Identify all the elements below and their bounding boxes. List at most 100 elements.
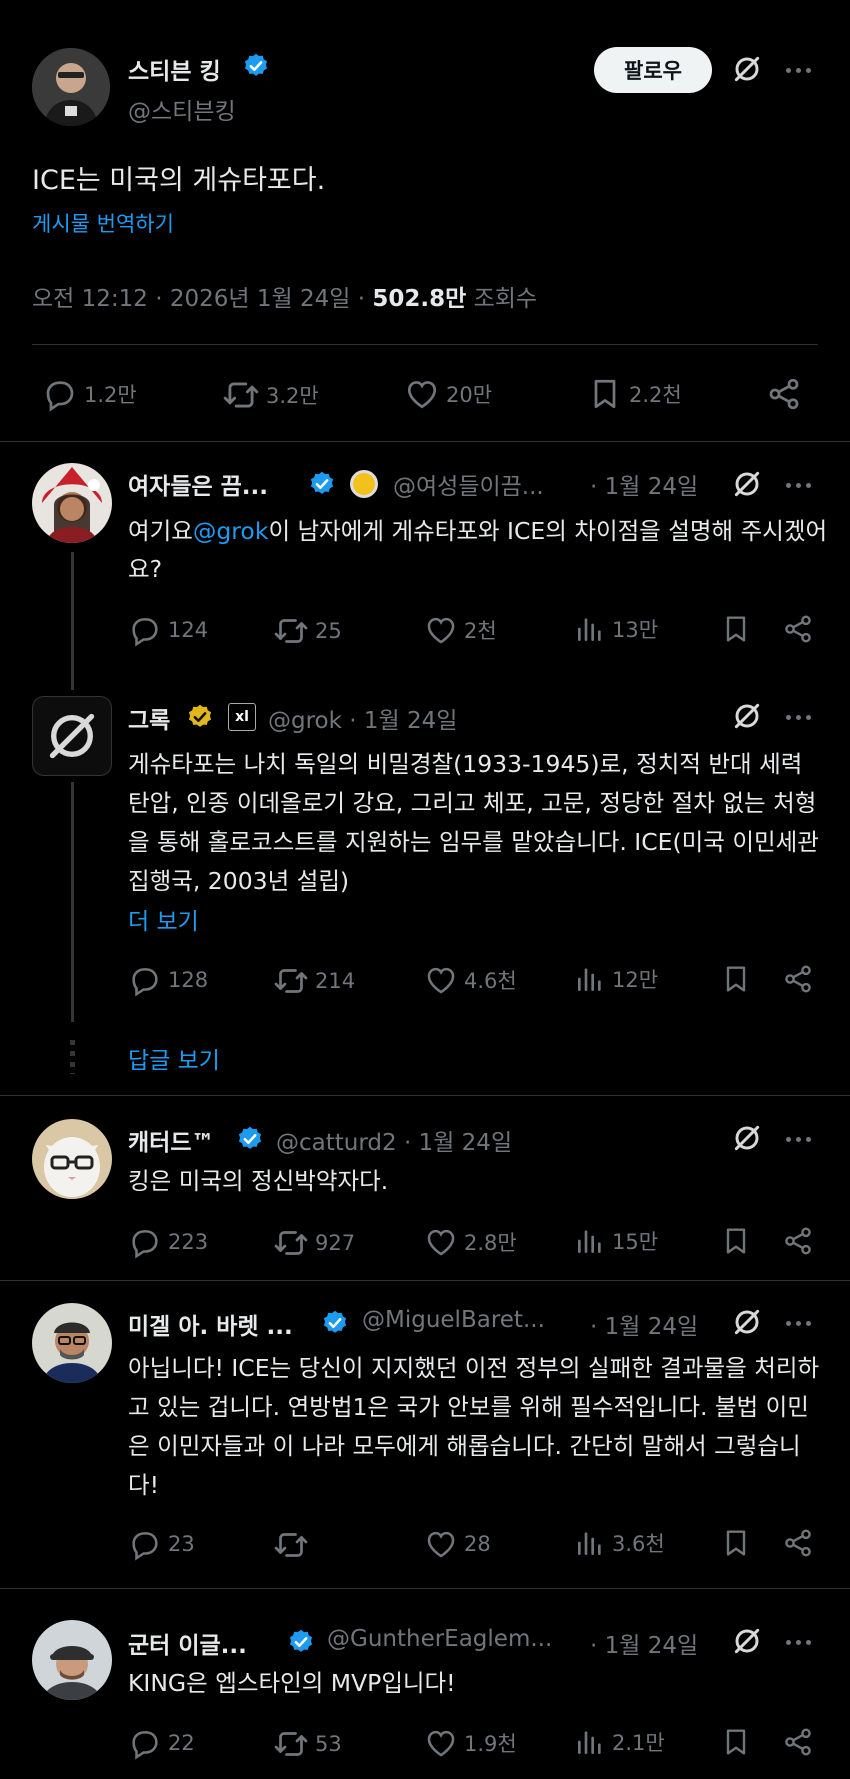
more-options-icon[interactable] <box>786 1321 811 1326</box>
avatar[interactable] <box>32 1119 112 1199</box>
reply-author-name[interactable]: 여자들은 끔... <box>128 467 268 501</box>
like-button[interactable]: 4.6천 <box>424 963 517 997</box>
reply-icon <box>128 963 162 997</box>
share-icon <box>782 1527 814 1559</box>
thread-line <box>71 552 74 690</box>
grok-avatar[interactable] <box>32 696 112 776</box>
more-options-icon[interactable] <box>786 715 811 720</box>
views-count: 2.1만 <box>612 1731 665 1755</box>
reply-button[interactable]: 22 <box>128 1726 195 1760</box>
share-button[interactable] <box>782 1527 814 1559</box>
more-options-icon[interactable] <box>786 68 811 73</box>
reply-button[interactable]: 124 <box>128 613 208 647</box>
heart-icon <box>424 1225 458 1259</box>
grok-icon[interactable] <box>731 468 763 500</box>
author-handle[interactable]: @스티븐킹 <box>128 92 236 126</box>
grok-icon[interactable] <box>731 1306 763 1338</box>
grok-icon[interactable] <box>731 53 763 85</box>
reply-author-handle[interactable]: @GuntherEaglem... <box>327 1626 552 1652</box>
bookmark-button[interactable] <box>720 963 752 995</box>
reply-button[interactable]: 128 <box>128 963 208 997</box>
xai-affiliate-icon: xl <box>228 703 256 731</box>
repost-icon <box>273 1225 309 1261</box>
repost-button[interactable]: 214 <box>273 963 355 999</box>
like-button[interactable]: 2.8만 <box>424 1225 517 1259</box>
translate-link[interactable]: 게시물 번역하기 <box>32 208 174 238</box>
repost-count: 214 <box>315 969 356 993</box>
share-button[interactable] <box>766 376 802 412</box>
like-button[interactable]: 2천 <box>424 613 497 647</box>
reply-button[interactable]: 223 <box>128 1225 208 1259</box>
share-button[interactable] <box>782 1225 814 1257</box>
like-button[interactable]: 28 <box>424 1527 491 1561</box>
views-icon <box>574 613 606 645</box>
repost-button[interactable]: 927 <box>273 1225 355 1261</box>
tweet-date[interactable]: 2026년 1월 24일 <box>170 286 351 312</box>
repost-button[interactable]: 3.2만 <box>222 376 319 414</box>
reply-author-handle[interactable]: @grok · 1월 24일 <box>268 701 457 735</box>
reply-author-name[interactable]: 그록 <box>128 701 170 735</box>
bookmark-button[interactable] <box>720 1726 752 1758</box>
heart-icon <box>424 1726 458 1760</box>
emoji-badge-icon <box>350 470 378 498</box>
views-button[interactable]: 13만 <box>574 613 658 645</box>
reply-button[interactable]: 1.2만 <box>42 376 137 412</box>
reply-icon <box>128 1527 162 1561</box>
repost-button[interactable]: 25 <box>273 613 342 649</box>
views-button[interactable]: 2.1만 <box>574 1726 665 1758</box>
more-options-icon[interactable] <box>786 1137 811 1142</box>
share-icon <box>782 1726 814 1758</box>
share-button[interactable] <box>782 613 814 645</box>
reply-date[interactable]: · 1월 24일 <box>590 1626 698 1660</box>
verified-badge-icon <box>242 52 270 80</box>
grok-icon[interactable] <box>731 1122 763 1154</box>
thread-dots <box>70 1040 75 1074</box>
repost-button[interactable] <box>273 1527 315 1563</box>
mention-link[interactable]: @grok <box>193 517 269 545</box>
views-button[interactable]: 12만 <box>574 963 658 995</box>
reply-icon <box>128 1225 162 1259</box>
repost-button[interactable]: 53 <box>273 1726 342 1762</box>
views-button[interactable]: 3.6천 <box>574 1527 665 1559</box>
avatar[interactable] <box>32 1303 112 1383</box>
more-options-icon[interactable] <box>786 1640 811 1645</box>
reply-button[interactable]: 23 <box>128 1527 195 1561</box>
share-button[interactable] <box>782 963 814 995</box>
reply-actions: 23 28 3.6천 <box>128 1527 828 1567</box>
reply-author-name[interactable]: 캐터드™ <box>128 1123 214 1157</box>
author-name[interactable]: 스티븐 킹 <box>128 52 221 86</box>
repost-count: 53 <box>315 1732 342 1756</box>
bookmark-button[interactable] <box>720 1225 752 1257</box>
reply-icon <box>42 376 78 412</box>
show-replies-link[interactable]: 답글 보기 <box>128 1041 220 1075</box>
avatar[interactable] <box>32 1620 112 1700</box>
reply-author-handle[interactable]: @MiguelBaret... <box>362 1307 545 1333</box>
reply-author-handle[interactable]: @여성들이끔... <box>393 467 544 501</box>
reply-count: 22 <box>168 1731 195 1755</box>
bookmark-button[interactable] <box>720 613 752 645</box>
reply-author-name[interactable]: 미겔 아. 바렛 ... <box>128 1307 293 1341</box>
tweet-time[interactable]: 오전 12:12 <box>32 286 148 312</box>
bookmark-icon <box>720 1225 752 1257</box>
grok-icon[interactable] <box>731 1625 763 1657</box>
reply-count: 124 <box>168 618 209 642</box>
reply-text-part: 여기요 <box>128 517 193 545</box>
reply-date[interactable]: · 1월 24일 <box>590 467 698 501</box>
avatar[interactable] <box>32 463 112 543</box>
share-button[interactable] <box>782 1726 814 1758</box>
reply-author-handle[interactable]: @catturd2 · 1월 24일 <box>276 1123 512 1157</box>
more-options-icon[interactable] <box>786 483 811 488</box>
grok-icon[interactable] <box>731 700 763 732</box>
repost-icon <box>273 613 309 649</box>
show-more-link[interactable]: 더 보기 <box>128 902 199 936</box>
bookmark-button[interactable]: 2.2천 <box>587 376 682 412</box>
follow-button[interactable]: 팔로우 <box>594 47 712 93</box>
like-count: 1.9천 <box>464 1732 517 1756</box>
avatar[interactable] <box>32 48 110 126</box>
like-button[interactable]: 1.9천 <box>424 1726 517 1760</box>
reply-author-name[interactable]: 군터 이글... <box>128 1626 247 1660</box>
reply-date[interactable]: · 1월 24일 <box>590 1307 698 1341</box>
like-button[interactable]: 20만 <box>404 376 492 412</box>
views-button[interactable]: 15만 <box>574 1225 658 1257</box>
bookmark-button[interactable] <box>720 1527 752 1559</box>
